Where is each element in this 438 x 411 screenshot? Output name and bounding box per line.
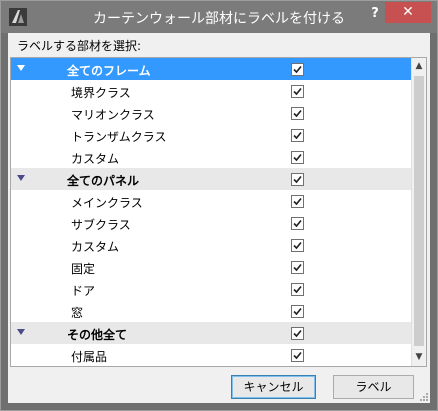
row-checkbox[interactable] <box>291 107 304 120</box>
row-checkbox[interactable] <box>291 85 304 98</box>
row-checkbox[interactable] <box>291 239 304 252</box>
row-label: メインクラス <box>71 196 143 210</box>
vertical-scrollbar[interactable]: ▲ ▼ <box>411 58 426 366</box>
row-checkbox[interactable] <box>291 63 304 76</box>
checkmark-icon <box>293 109 302 118</box>
list-item-row[interactable]: トランザムクラス <box>11 124 411 146</box>
checkmark-icon <box>293 307 302 316</box>
checkmark-icon <box>293 241 302 250</box>
checkmark-icon <box>293 263 302 272</box>
checkmark-icon <box>293 87 302 96</box>
checkmark-icon <box>293 329 302 338</box>
label-button[interactable]: ラベル <box>333 375 414 399</box>
checkmark-icon <box>293 175 302 184</box>
collapse-triangle-icon[interactable] <box>17 175 25 181</box>
list-item-row[interactable]: マリオンクラス <box>11 102 411 124</box>
list-item-row[interactable]: カスタム <box>11 146 411 168</box>
row-checkbox[interactable] <box>291 349 304 362</box>
row-label: 固定 <box>71 262 96 276</box>
list-item-row[interactable]: 窓 <box>11 300 411 322</box>
list-group-row[interactable]: 全てのパネル <box>11 168 411 190</box>
row-checkbox[interactable] <box>291 261 304 274</box>
cancel-button[interactable]: キャンセル <box>231 375 316 399</box>
element-listbox[interactable]: 全てのフレーム 境界クラス マリオンクラス トランザムクラス カスタム 全てのパネル メイン… <box>10 57 427 367</box>
collapse-triangle-icon[interactable] <box>17 65 25 71</box>
collapse-triangle-icon[interactable] <box>17 329 25 335</box>
list-group-row[interactable]: その他全て <box>11 322 411 344</box>
row-checkbox[interactable] <box>291 129 304 142</box>
checkmark-icon <box>293 197 302 206</box>
row-checkbox[interactable] <box>291 173 304 186</box>
row-checkbox[interactable] <box>291 327 304 340</box>
list-item-row[interactable]: カスタム <box>11 234 411 256</box>
row-checkbox[interactable] <box>291 217 304 230</box>
list-item-row[interactable]: サブクラス <box>11 212 411 234</box>
row-label: 全てのフレーム <box>67 64 151 78</box>
checkmark-icon <box>293 153 302 162</box>
row-label: ドア <box>71 284 96 298</box>
list-item-row[interactable]: ドア <box>11 278 411 300</box>
list-group-row[interactable]: 全てのフレーム <box>11 58 411 80</box>
scroll-thumb[interactable] <box>414 76 424 346</box>
row-label: カスタム <box>71 240 120 254</box>
row-checkbox[interactable] <box>291 283 304 296</box>
list-item-row[interactable]: 境界クラス <box>11 80 411 102</box>
row-label: カスタム <box>71 152 120 166</box>
row-label: その他全て <box>67 328 128 342</box>
help-button[interactable]: ? <box>365 6 385 26</box>
dialog-window: カーテンウォール部材にラベルを付ける ? ✕ ラベルする部材を選択: 全てのフレ… <box>0 0 438 411</box>
row-label: マリオンクラス <box>71 108 155 122</box>
title-bar[interactable]: カーテンウォール部材にラベルを付ける ? ✕ <box>1 1 437 33</box>
close-button[interactable]: ✕ <box>385 2 431 23</box>
checkmark-icon <box>293 131 302 140</box>
row-label: トランザムクラス <box>71 130 167 144</box>
row-label: 窓 <box>71 306 84 320</box>
list-item-row[interactable]: メインクラス <box>11 190 411 212</box>
row-label: 境界クラス <box>71 86 131 100</box>
row-checkbox[interactable] <box>291 195 304 208</box>
checkmark-icon <box>293 285 302 294</box>
checkmark-icon <box>293 219 302 228</box>
checkmark-icon <box>293 351 302 360</box>
dialog-body: ラベルする部材を選択: 全てのフレーム境界クラスマリオンクラス トランザムクラスカ… <box>8 33 430 403</box>
scroll-up-arrow-icon[interactable]: ▲ <box>412 58 426 75</box>
row-checkbox[interactable] <box>291 151 304 164</box>
row-label: サブクラス <box>71 218 131 232</box>
row-label: 全てのパネル <box>67 174 140 188</box>
resize-grip-icon[interactable] <box>418 391 428 401</box>
row-label: 付属品 <box>71 350 108 364</box>
checkmark-icon <box>293 65 302 74</box>
scroll-down-arrow-icon[interactable]: ▼ <box>412 349 426 366</box>
list-item-row[interactable]: 付属品 <box>11 344 411 366</box>
list-item-row[interactable]: 固定 <box>11 256 411 278</box>
select-prompt-label: ラベルする部材を選択: <box>17 39 142 53</box>
row-checkbox[interactable] <box>291 305 304 318</box>
